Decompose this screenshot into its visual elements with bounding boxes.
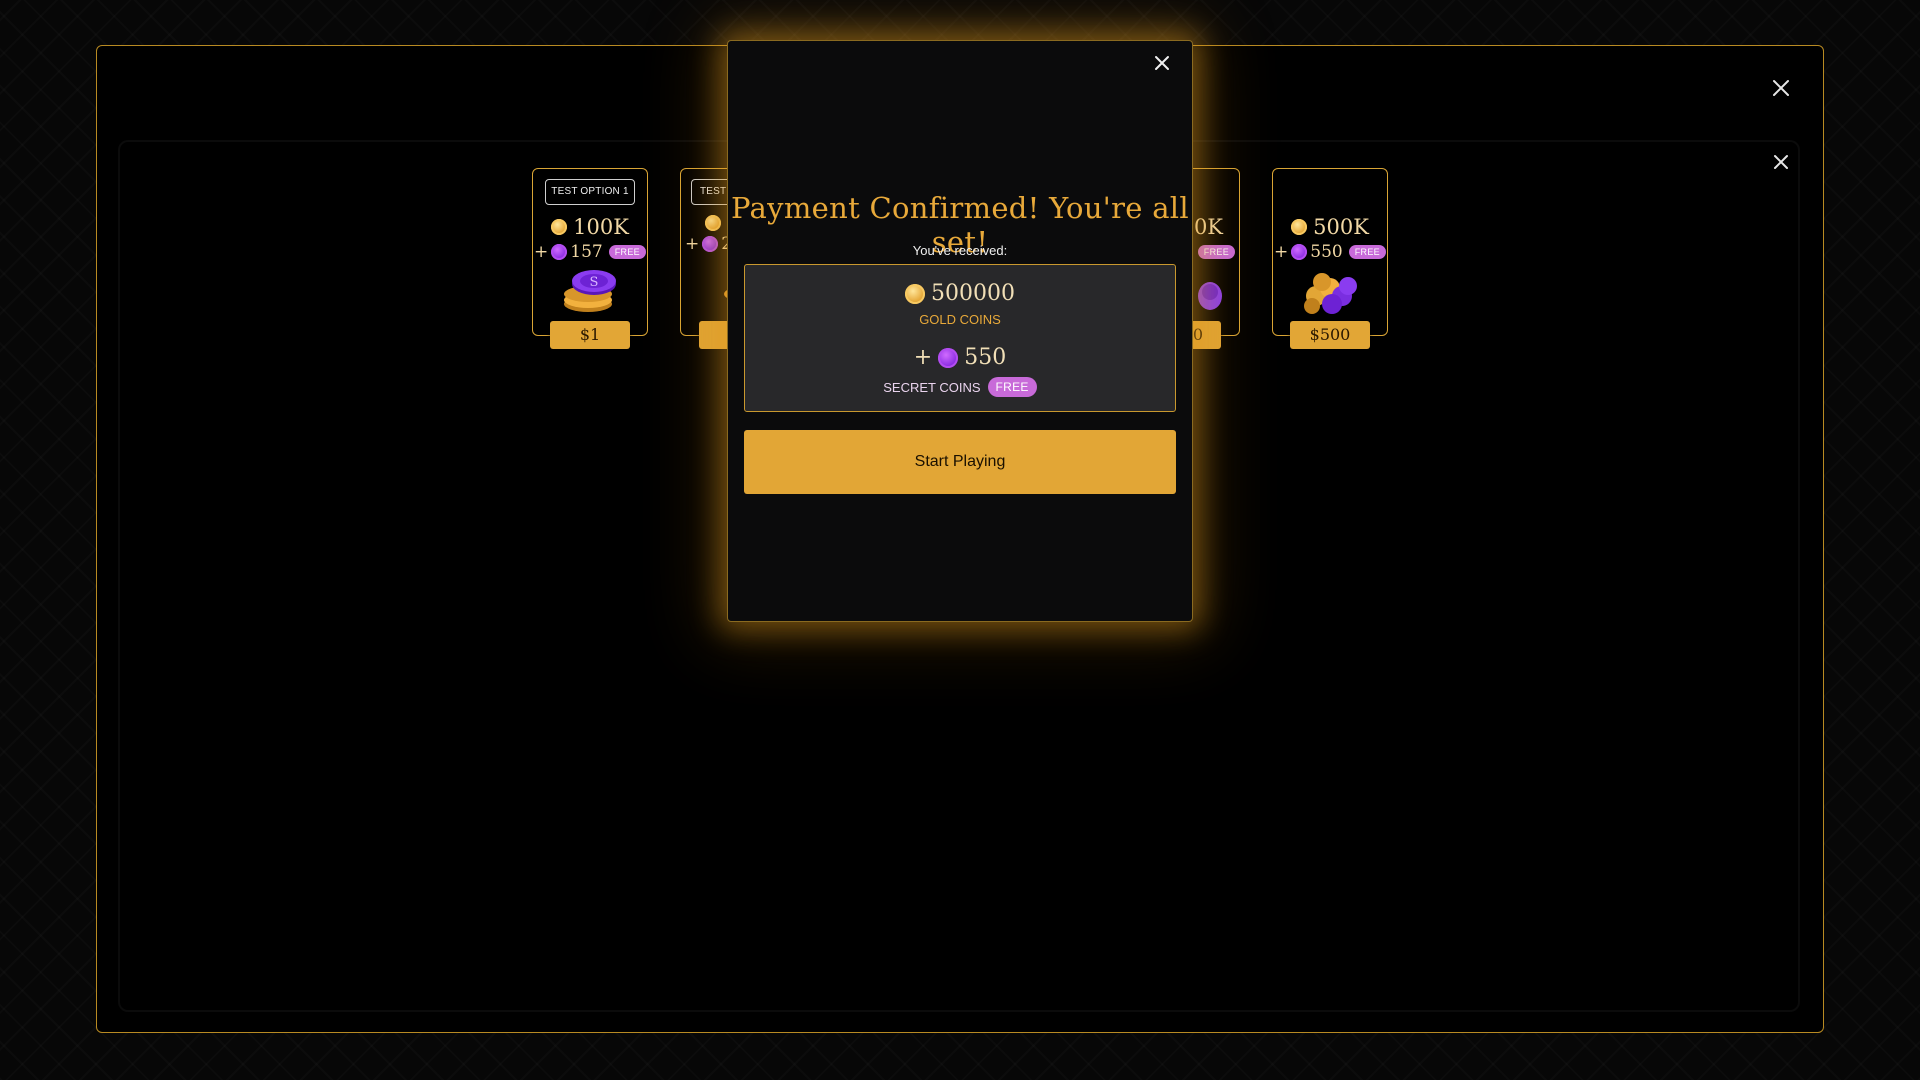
free-badge: FREE (608, 245, 646, 259)
gold-coin-icon (705, 215, 721, 231)
gold-coin-icon (551, 219, 568, 235)
package-card-4[interactable]: 500K + 550 FREE $500 (1272, 168, 1388, 349)
gold-reward: 500000 (745, 281, 1175, 306)
secret-coins-label: SECRET COINS FREE (745, 377, 1175, 397)
plus-sign: + (913, 345, 933, 370)
free-badge: FREE (1197, 245, 1235, 259)
price-button[interactable]: $500 (1290, 321, 1370, 349)
close-icon (1774, 155, 1788, 169)
free-badge: FREE (1348, 245, 1386, 259)
package-sc-amount: + 157 FREE (533, 242, 647, 262)
package-gold-amount: 100K (533, 215, 647, 239)
start-playing-button[interactable]: Start Playing (744, 430, 1176, 494)
modal-close-button[interactable] (1148, 49, 1176, 77)
coin-stack-icon (1304, 273, 1357, 314)
secret-coin-icon (938, 347, 959, 368)
secret-coin-icon (1291, 244, 1308, 260)
price-button[interactable]: $1 (550, 321, 630, 349)
secret-coins-text: SECRET COINS (883, 379, 981, 395)
coin-stack-icon: S (564, 270, 616, 312)
gold-value: 0K (1193, 215, 1223, 239)
gold-coin-icon (905, 283, 925, 304)
gold-coins-label: GOLD COINS (919, 312, 1001, 327)
plus-sign: + (534, 242, 549, 262)
plus-sign: + (1274, 242, 1289, 262)
panel-close-button[interactable] (1767, 148, 1795, 176)
secret-coin-icon (702, 236, 719, 252)
package-tag: TEST OPTION 1 (545, 179, 635, 205)
close-icon (1773, 80, 1789, 96)
secret-coin-amount: 550 (964, 345, 1007, 370)
gold-coin-icon (1291, 219, 1308, 235)
received-label: You've received: (912, 243, 1008, 258)
sc-value: 550 (1310, 242, 1343, 262)
free-badge: FREE (987, 377, 1037, 397)
package-gold-amount: 500K (1273, 215, 1387, 239)
store-close-button[interactable] (1767, 74, 1795, 102)
secret-coin-reward: + 550 (745, 345, 1175, 370)
gold-reward-amount: 500000 (931, 281, 1015, 306)
gold-value: 100K (573, 215, 629, 239)
package-sc-amount: + 550 FREE (1273, 242, 1387, 262)
secret-coin-icon (551, 244, 568, 260)
payment-confirmation-modal: Payment Confirmed! You're all set! You'v… (727, 40, 1193, 622)
plus-sign: + (685, 234, 700, 254)
svg-text:S: S (590, 275, 599, 290)
gold-value: 500K (1313, 215, 1369, 239)
close-icon (1155, 56, 1169, 70)
package-card-1[interactable]: TEST OPTION 1 100K + 157 FREE S $1 (532, 168, 648, 349)
reward-summary: 500000 GOLD COINS + 550 SECRET COINS FRE… (744, 264, 1176, 412)
sc-value: 157 (570, 242, 603, 262)
